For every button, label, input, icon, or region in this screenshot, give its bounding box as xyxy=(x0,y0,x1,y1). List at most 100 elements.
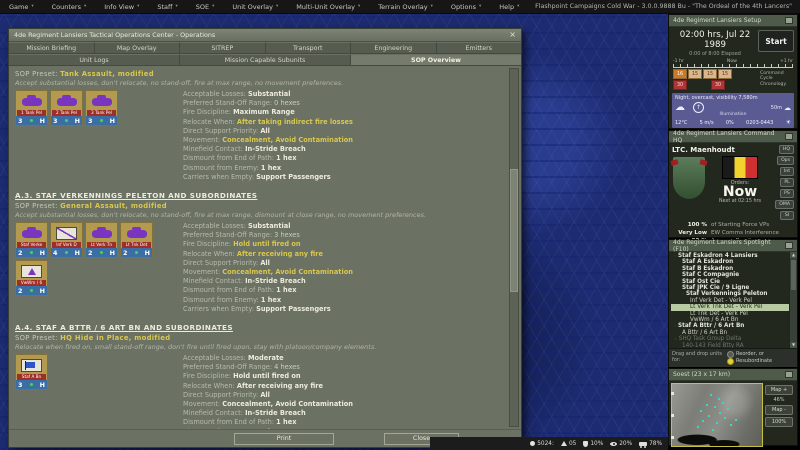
menu-terrain-overlay[interactable]: Terrain Overlay▾ xyxy=(369,3,442,11)
spotlight-header[interactable]: 4de Regiment Lansiers Spotlight (F10) xyxy=(669,240,797,252)
tab-sop-overview[interactable]: SOP Overview xyxy=(351,54,521,65)
minimap-header[interactable]: Soest (23 x 17 km) xyxy=(669,369,797,381)
menu-label: Unit Overlay xyxy=(232,3,273,11)
counter-group: Staf A Bn3H xyxy=(15,354,183,429)
unit-counter[interactable]: Lt Verk Tn2H xyxy=(85,222,118,258)
reorder-option[interactable]: Reorder, or xyxy=(727,351,794,358)
menu-options[interactable]: Options▾ xyxy=(442,3,490,11)
detail-value: Maximum Range xyxy=(233,108,295,116)
unit-symbol xyxy=(88,225,115,241)
menu-game[interactable]: Game▾ xyxy=(0,3,43,11)
unit-counter[interactable]: 2 Tank Pel3H xyxy=(50,90,83,126)
preset-value: Tank Assault, modified xyxy=(60,70,154,78)
menu-unit-overlay[interactable]: Unit Overlay▾ xyxy=(223,3,287,11)
menu-staff[interactable]: Staff▾ xyxy=(148,3,186,11)
menu-multi-unit-overlay[interactable]: Multi-Unit Overlay▾ xyxy=(287,3,369,11)
sop-description: Accept substantial losses, don't relocat… xyxy=(15,211,507,219)
unit-counter[interactable]: 1 Tank Pel3H xyxy=(15,90,48,126)
chevron-down-icon: ▾ xyxy=(31,4,33,9)
unit-dot-icon xyxy=(708,415,710,417)
panel-menu-icon[interactable] xyxy=(785,17,793,24)
stat-row: Very LowEW Comms Interference xyxy=(671,230,793,238)
drag-drop-label: Drag and drop units for: xyxy=(672,351,724,365)
detail-label: Direct Support Priority: xyxy=(183,391,260,399)
unit-counter[interactable]: VwWm / 62H xyxy=(15,260,48,296)
tab-engineering[interactable]: Engineering xyxy=(351,42,437,53)
unit-name: 140-143 Field Btty RA xyxy=(682,343,744,348)
unit-counter[interactable]: 3 Tank Pel3H xyxy=(85,90,118,126)
chronology-bottom-row: 3030 xyxy=(673,80,725,90)
chevron-down-icon: ▾ xyxy=(358,4,360,9)
tab-map-overlay[interactable]: Map Overlay xyxy=(95,42,181,53)
tab-mission-briefing[interactable]: Mission Briefing xyxy=(9,42,95,53)
detail-label: Dismount from End of Path: xyxy=(183,286,276,294)
dialog-title-bar[interactable]: 4de Regiment Lansiers Tactical Operation… xyxy=(9,29,521,42)
tab-transport[interactable]: Transport xyxy=(266,42,352,53)
unit-symbol xyxy=(88,93,115,109)
map-edge-marker-icon xyxy=(671,436,674,439)
sop-detail: Relocate When: After receiving any fire xyxy=(183,382,507,391)
unit-counter[interactable]: Lt Tnk Det2H xyxy=(120,222,153,258)
belgium-flag xyxy=(722,156,758,179)
hq-icon xyxy=(21,359,42,372)
unit-counter[interactable]: Staf A Bn3H xyxy=(15,354,48,390)
map-zoom-in-button[interactable]: Map + xyxy=(765,385,793,395)
unit-counter[interactable]: Staf Verke2H xyxy=(15,222,48,258)
si-button[interactable]: SI xyxy=(780,211,794,220)
menu-soe[interactable]: SOE▾ xyxy=(187,3,224,11)
posture-letter: H xyxy=(110,249,115,257)
sop-detail: Dismount from End of Path: 1 hex xyxy=(183,418,507,427)
sop-detail: Minefield Contact: In-Stride Breach xyxy=(183,145,507,154)
detail-value: After receiving any fire xyxy=(237,250,323,258)
scroll-up-icon[interactable]: ▲ xyxy=(790,252,797,258)
unit-counter[interactable]: Inf Verk D4H xyxy=(50,222,83,258)
setup-panel-header[interactable]: 4de Regiment Lansiers Setup xyxy=(669,15,797,27)
menu-help[interactable]: Help▾ xyxy=(490,3,528,11)
close-icon[interactable]: × xyxy=(509,31,516,39)
command-hq-header[interactable]: 4de Regiment Lansiers Command HQ xyxy=(669,131,797,143)
panel-menu-icon[interactable] xyxy=(785,371,793,378)
tab-unit-logs[interactable]: Unit Logs xyxy=(9,54,180,65)
menu-label: Staff xyxy=(157,3,172,11)
ps-button[interactable]: PS xyxy=(780,189,794,198)
posture-letter: H xyxy=(75,117,80,125)
spotlight-scrollbar[interactable]: ▲ ▼ xyxy=(789,252,797,348)
panel-menu-icon[interactable] xyxy=(785,242,793,249)
panel-menu-icon[interactable] xyxy=(785,133,793,140)
start-button[interactable]: Start xyxy=(758,30,794,52)
hq-button[interactable]: HQ xyxy=(779,145,794,154)
tab-mission-capable-subunits[interactable]: Mission Capable Subunits xyxy=(180,54,351,65)
detail-value: Substantial xyxy=(248,222,291,230)
menu-counters[interactable]: Counters▾ xyxy=(43,3,96,11)
dialog-scrollbar[interactable] xyxy=(509,68,519,427)
ops-button[interactable]: Ops xyxy=(777,156,794,165)
radio-selected-icon[interactable] xyxy=(727,358,734,365)
reorder-label: Reorder, or xyxy=(736,351,764,358)
int-button[interactable]: Int xyxy=(780,167,794,176)
radio-icon[interactable] xyxy=(727,351,734,358)
sun-times: 0203-0443 xyxy=(746,120,773,126)
detail-label: Dismount from Enemy: xyxy=(183,296,261,304)
unit-symbol xyxy=(53,93,80,109)
detail-label: Minefield Contact: xyxy=(183,145,245,153)
unit-dot-icon xyxy=(716,422,718,424)
map-zoom-full-button[interactable]: 100% xyxy=(765,417,793,427)
tab-sitrep[interactable]: SITREP xyxy=(180,42,266,53)
unit-dot-icon xyxy=(727,408,729,410)
status-dot-icon xyxy=(135,251,138,254)
menu-info-view[interactable]: Info View▾ xyxy=(95,3,148,11)
resubordinate-option[interactable]: Resubordinate xyxy=(727,358,794,365)
strength-value: 3 xyxy=(53,117,57,125)
map-zoom-out-button[interactable]: Map - xyxy=(765,405,793,415)
pl-button[interactable]: PL xyxy=(780,178,794,187)
oma-button[interactable]: OMA xyxy=(775,200,794,209)
minimap[interactable] xyxy=(671,383,763,447)
scrollbar-thumb[interactable] xyxy=(791,260,796,290)
sop-detail: Dismount from Enemy: 1 hex xyxy=(183,164,507,173)
print-button[interactable]: Print xyxy=(234,433,334,445)
scroll-down-icon[interactable]: ▼ xyxy=(790,342,797,348)
menu-label: Game xyxy=(9,3,28,11)
scrollbar-thumb[interactable] xyxy=(510,169,518,292)
unit-tree-item[interactable]: 140-143 Field Btty RA xyxy=(671,343,789,348)
tab-emitters[interactable]: Emitters xyxy=(437,42,522,53)
